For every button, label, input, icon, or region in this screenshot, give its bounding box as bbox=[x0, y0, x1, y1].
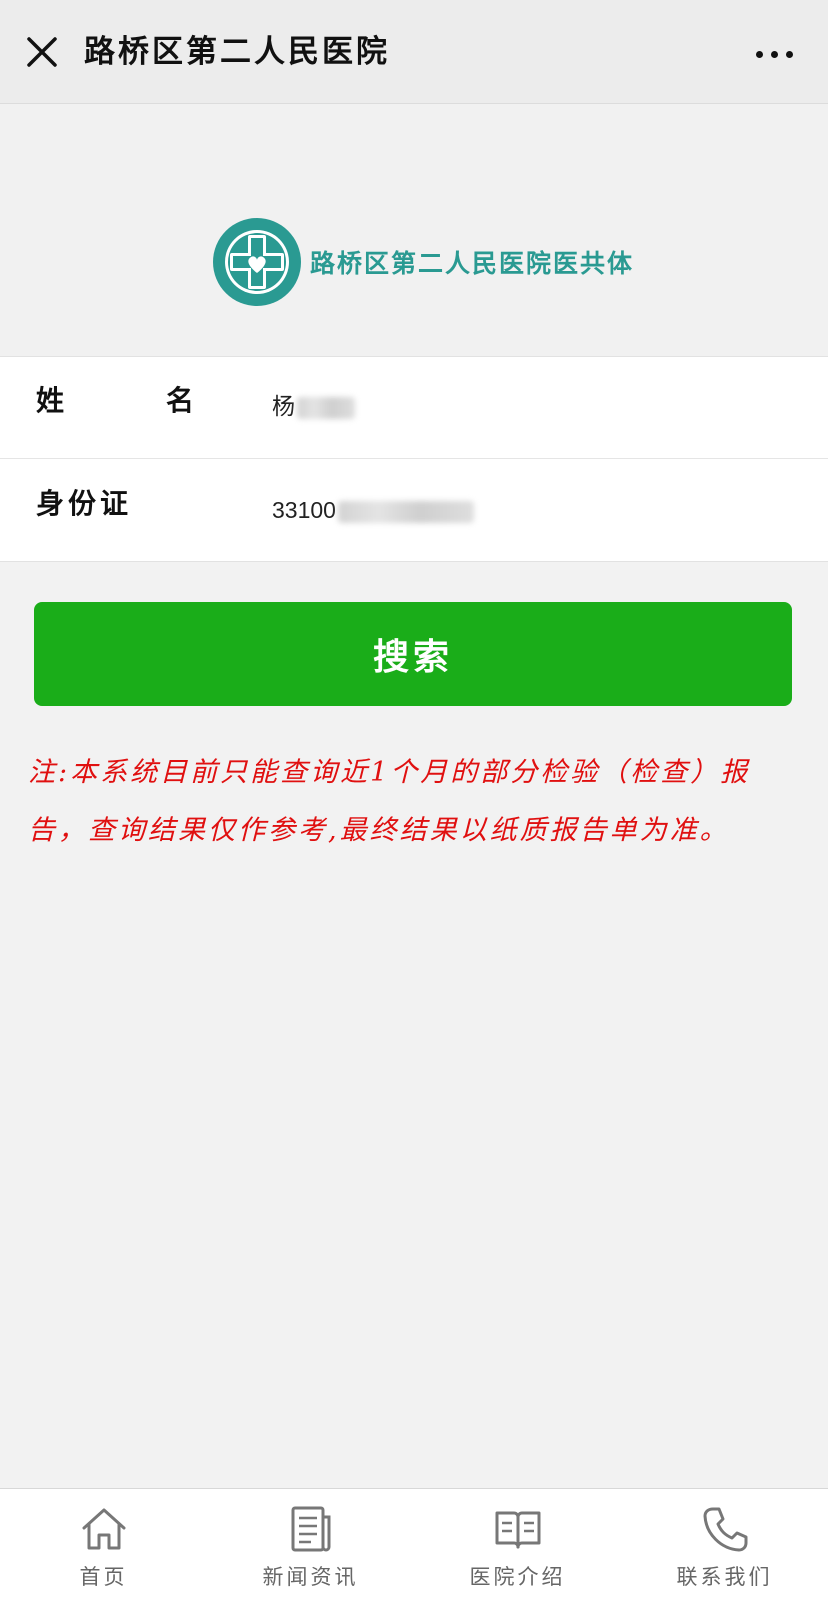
tab-label: 首页 bbox=[79, 1565, 128, 1589]
id-field[interactable]: 33100 bbox=[272, 490, 474, 530]
tab-label: 联系我们 bbox=[676, 1565, 773, 1589]
page-title: 路桥区第二人民医院 bbox=[84, 34, 390, 70]
name-label-part: 姓 bbox=[36, 384, 65, 417]
logo-banner: 路桥区第二人民医院医共体 bbox=[0, 104, 828, 356]
hospital-logo: 路桥区第二人民医院医共体 bbox=[210, 218, 635, 306]
redacted-blur bbox=[337, 500, 474, 523]
phone-icon bbox=[703, 1507, 747, 1552]
query-form: 姓 名 杨 身份证 33100 bbox=[0, 356, 828, 562]
tab-news[interactable]: 新闻资讯 bbox=[207, 1489, 414, 1600]
id-row[interactable]: 身份证 33100 bbox=[0, 460, 828, 562]
tab-home[interactable]: 首页 bbox=[0, 1489, 207, 1600]
search-button[interactable]: 搜索 bbox=[34, 602, 792, 706]
logo-text: 路桥区第二人民医院医共体 bbox=[310, 249, 635, 278]
close-icon bbox=[27, 37, 57, 67]
more-dot bbox=[785, 50, 793, 58]
book-icon bbox=[495, 1511, 540, 1549]
more-dots-icon bbox=[755, 50, 763, 58]
hospital-emblem-icon bbox=[213, 218, 301, 306]
name-label: 姓 名 bbox=[36, 381, 194, 421]
tab-label: 新闻资讯 bbox=[262, 1565, 359, 1589]
tab-label: 医院介绍 bbox=[469, 1565, 566, 1589]
id-value: 33100 bbox=[272, 497, 336, 523]
top-bar: 路桥区第二人民医院 bbox=[0, 0, 828, 104]
bottom-nav: 首页 新闻资讯 医院介绍 联系我们 bbox=[0, 1488, 828, 1600]
more-button[interactable] bbox=[746, 36, 802, 72]
name-field[interactable]: 杨 bbox=[272, 387, 355, 427]
redacted-blur bbox=[297, 397, 355, 419]
name-row[interactable]: 姓 名 杨 bbox=[0, 357, 828, 459]
news-icon bbox=[291, 1506, 330, 1552]
name-label-part: 名 bbox=[165, 384, 194, 417]
tab-hospital-intro[interactable]: 医院介绍 bbox=[414, 1489, 621, 1600]
more-dot bbox=[770, 50, 778, 58]
notice-text: 注:本系统目前只能查询近1个月的部分检验（检查）报告，查询结果仅作参考,最终结果… bbox=[28, 757, 751, 846]
name-value: 杨 bbox=[272, 394, 295, 420]
close-button[interactable] bbox=[20, 30, 64, 74]
home-icon bbox=[82, 1508, 125, 1550]
id-label: 身份证 bbox=[36, 487, 133, 520]
tab-contact[interactable]: 联系我们 bbox=[621, 1489, 828, 1600]
